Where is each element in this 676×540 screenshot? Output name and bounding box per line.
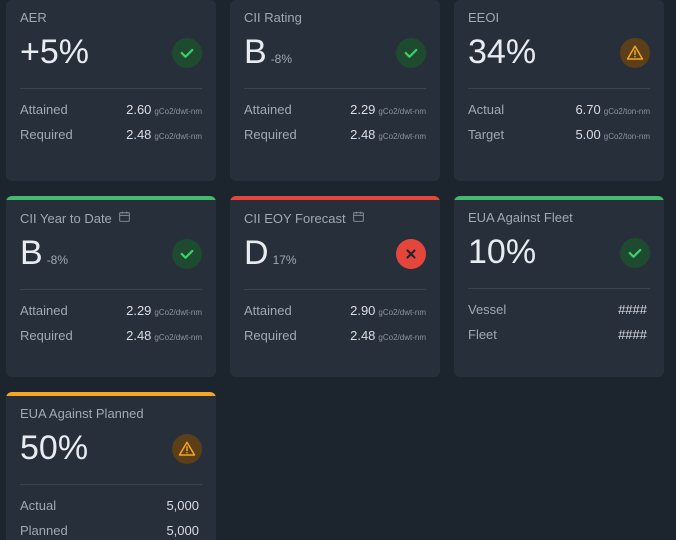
card-title: AER [20, 10, 202, 25]
main-value: B -8% [244, 33, 292, 72]
divider [244, 289, 426, 290]
divider [468, 88, 650, 89]
line-required: Required 2.48gCo2/dwt-nm [244, 328, 426, 343]
main-value: 34% [468, 33, 540, 72]
main-value: D 17% [244, 234, 297, 273]
divider [244, 88, 426, 89]
divider [20, 289, 202, 290]
check-circle-icon [172, 38, 202, 68]
cii-rating-card[interactable]: CII Rating B -8% Attained 2.29gCo2/dwt-n… [230, 0, 440, 181]
eeoi-card[interactable]: EEOI 34% Actual 6.70gCo2/ton-nm Target 5… [454, 0, 664, 181]
divider [20, 484, 202, 485]
line-planned: Planned 5,000 [20, 523, 202, 538]
cii-eoy-card[interactable]: CII EOY Forecast D 17% Attained 2.90gCo2… [230, 196, 440, 377]
main-value: 10% [468, 233, 540, 272]
calendar-icon[interactable] [352, 210, 365, 226]
divider [468, 288, 650, 289]
check-circle-icon [172, 239, 202, 269]
line-attained: Attained 2.60gCo2/dwt-nm [20, 102, 202, 117]
line-attained: Attained 2.29gCo2/dwt-nm [20, 303, 202, 318]
dashboard-grid: AER +5% Attained 2.60gCo2/dwt-nm Require… [0, 0, 676, 540]
main-value: B -8% [20, 234, 68, 273]
line-required: Required 2.48gCo2/dwt-nm [20, 127, 202, 142]
line-attained: Attained 2.29gCo2/dwt-nm [244, 102, 426, 117]
line-target: Target 5.00gCo2/ton-nm [468, 127, 650, 142]
check-circle-icon [620, 238, 650, 268]
card-title: EUA Against Planned [20, 406, 202, 421]
eua-planned-card[interactable]: EUA Against Planned 50% Actual 5,000 Pla… [6, 392, 216, 540]
divider [20, 88, 202, 89]
line-required: Required 2.48gCo2/dwt-nm [20, 328, 202, 343]
cii-ytd-card[interactable]: CII Year to Date B -8% Attained 2.29gCo2… [6, 196, 216, 377]
card-title: CII EOY Forecast [244, 210, 426, 226]
line-attained: Attained 2.90gCo2/dwt-nm [244, 303, 426, 318]
main-value: +5% [20, 33, 93, 72]
card-title: CII Rating [244, 10, 426, 25]
check-circle-icon [396, 38, 426, 68]
line-actual: Actual 5,000 [20, 498, 202, 513]
eua-fleet-card[interactable]: EUA Against Fleet 10% Vessel #### Fleet … [454, 196, 664, 377]
warning-triangle-icon [172, 434, 202, 464]
card-title: EEOI [468, 10, 650, 25]
aer-card[interactable]: AER +5% Attained 2.60gCo2/dwt-nm Require… [6, 0, 216, 181]
line-fleet: Fleet #### [468, 327, 650, 342]
calendar-icon[interactable] [118, 210, 131, 226]
x-circle-icon [396, 239, 426, 269]
line-actual: Actual 6.70gCo2/ton-nm [468, 102, 650, 117]
card-title: CII Year to Date [20, 210, 202, 226]
card-title: EUA Against Fleet [468, 210, 650, 225]
main-value: 50% [20, 429, 92, 468]
warning-triangle-icon [620, 38, 650, 68]
line-required: Required 2.48gCo2/dwt-nm [244, 127, 426, 142]
line-vessel: Vessel #### [468, 302, 650, 317]
